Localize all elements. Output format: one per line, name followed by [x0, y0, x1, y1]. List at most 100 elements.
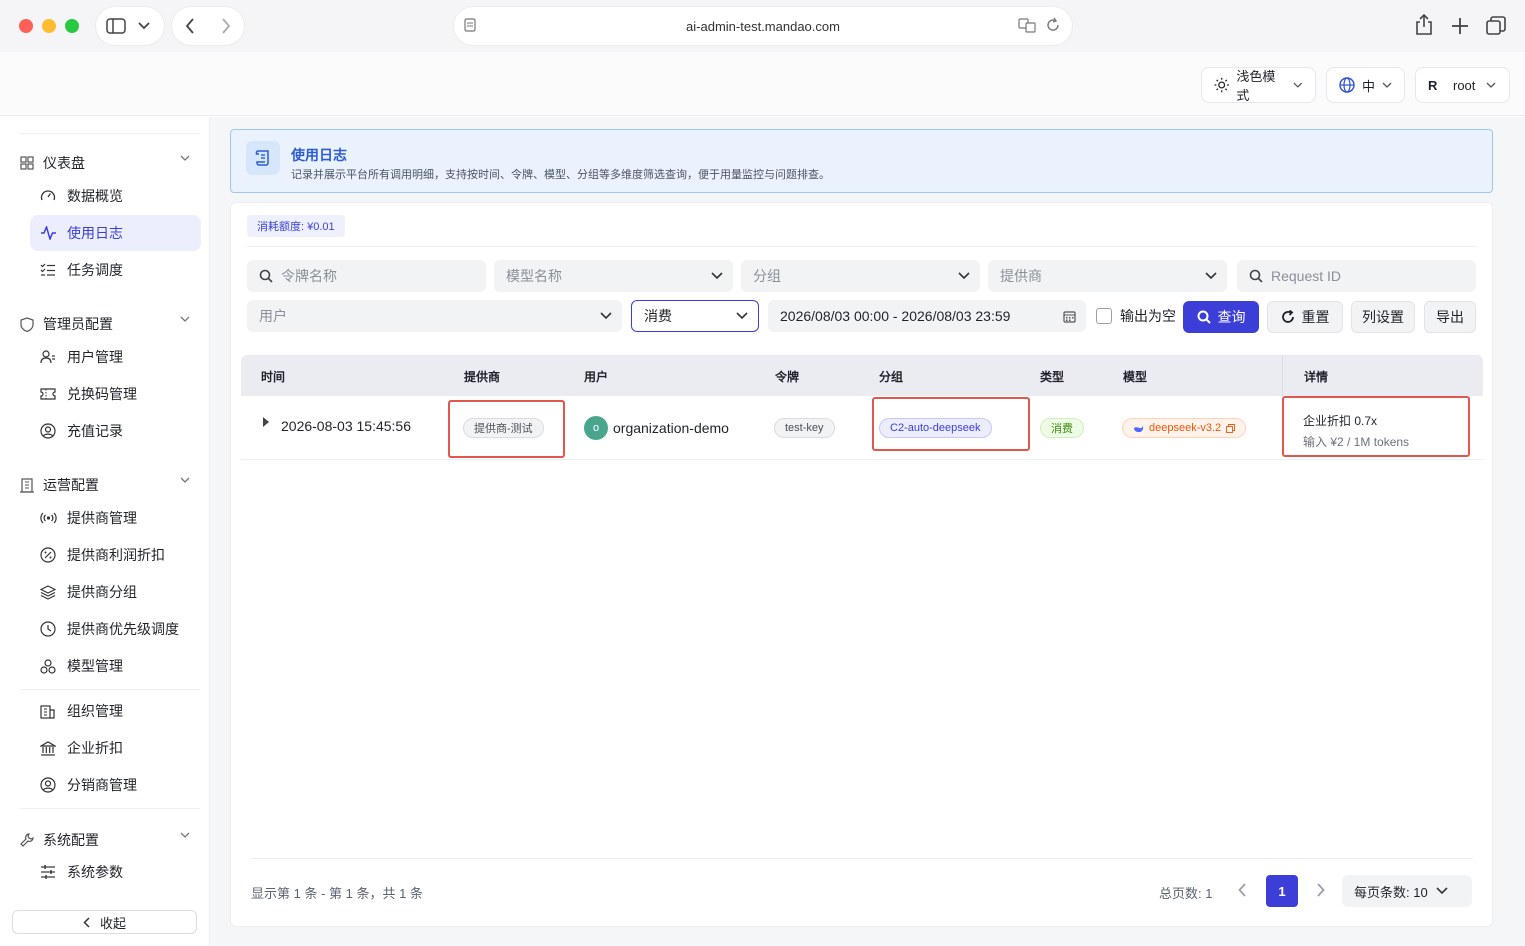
collapse-sidebar-button[interactable]: 收起 [12, 910, 197, 934]
url-text: ai-admin-test.mandao.com [686, 18, 840, 34]
page-description: 记录并展示平台所有调用明细，支持按时间、令牌、模型、分组等多维度筛选查询，便于用… [291, 169, 830, 181]
forward-icon[interactable] [221, 18, 231, 34]
highlight-detail [1282, 396, 1470, 457]
next-page-button[interactable] [1309, 878, 1333, 902]
sidebar-item-provider-priority[interactable]: 提供商优先级调度 [30, 611, 201, 647]
query-button[interactable]: 查询 [1183, 301, 1259, 333]
request-id-placeholder: Request ID [1271, 268, 1342, 284]
sidebar-item-label: 提供商利润折扣 [67, 547, 165, 563]
sidebar-item-provider-groups[interactable]: 提供商分组 [30, 574, 201, 610]
chevron-right-icon [1317, 883, 1325, 897]
globe-icon [1339, 77, 1355, 93]
chevron-down-icon [1205, 272, 1217, 280]
reload-icon[interactable] [1046, 17, 1060, 33]
chevron-down-icon [1436, 887, 1448, 895]
percent-icon [40, 547, 56, 563]
theme-switcher[interactable]: 浅色模式 [1201, 67, 1316, 103]
sidebar-item-label: 用户管理 [67, 349, 123, 365]
sidebar-item-providers[interactable]: 提供商管理 [30, 500, 201, 536]
sidebar-item-users[interactable]: 用户管理 [30, 339, 201, 375]
current-page-button[interactable]: 1 [1266, 875, 1298, 907]
activity-icon [41, 226, 56, 240]
sidebar-group-label: 运营配置 [43, 477, 99, 493]
sidebar-item-label: 组织管理 [67, 703, 123, 719]
chevron-down-icon [180, 477, 190, 483]
sidebar-group-operations[interactable]: 运营配置 [20, 473, 190, 497]
reset-button[interactable]: 重置 [1267, 301, 1343, 333]
sidebar-item-task-schedule[interactable]: 任务调度 [30, 252, 201, 288]
close-window-button[interactable] [19, 19, 33, 33]
user-avatar: R [1428, 77, 1438, 93]
table-header: 时间 提供商 用户 令牌 分组 类型 模型 详情 [241, 355, 1483, 396]
log-type-select[interactable]: 消费 [631, 300, 759, 332]
prev-page-button[interactable] [1230, 878, 1254, 902]
date-range-picker[interactable]: 2026/08/03 00:00 - 2026/08/03 23:59 [768, 300, 1086, 332]
export-button[interactable]: 导出 [1424, 301, 1476, 333]
language-label: 中 [1362, 78, 1376, 94]
sidebar-item-usage-log[interactable]: 使用日志 [30, 215, 201, 251]
sidebar-item-organizations[interactable]: 组织管理 [30, 693, 201, 729]
column-settings-button[interactable]: 列设置 [1351, 301, 1415, 333]
sidebar-divider [20, 133, 200, 134]
column-header-time: 时间 [261, 370, 286, 384]
column-divider [1282, 355, 1283, 396]
sidebar: 仪表盘 数据概览 使用日志 任务调度 管理员配置 用户管理 兑换码管理 充值记录… [0, 117, 210, 946]
sidebar-group-system[interactable]: 系统配置 [20, 828, 190, 852]
chevron-down-icon [1486, 82, 1496, 88]
date-range-value: 2026/08/03 00:00 - 2026/08/03 23:59 [780, 308, 1011, 324]
sidebar-group-admin[interactable]: 管理员配置 [20, 312, 190, 336]
empty-output-option[interactable]: 输出为空 [1096, 300, 1176, 332]
chevron-down-icon [138, 22, 150, 30]
user-circle-icon [40, 423, 56, 439]
sidebar-item-recharge-records[interactable]: 充值记录 [30, 413, 201, 449]
sidebar-item-overview[interactable]: 数据概览 [30, 178, 201, 214]
tabs-overview-icon[interactable] [1486, 16, 1506, 36]
card-divider [247, 246, 1477, 247]
list-check-icon [40, 263, 55, 276]
sidebar-item-system-params[interactable]: 系统参数 [30, 854, 201, 890]
whale-icon [1134, 425, 1144, 432]
sidebar-group-label: 管理员配置 [43, 316, 113, 332]
model-name-select[interactable]: 模型名称 [494, 260, 733, 292]
sidebar-icon [106, 18, 126, 34]
group-select[interactable]: 分组 [741, 260, 980, 292]
language-switcher[interactable]: 中 [1326, 67, 1405, 103]
share-icon[interactable] [1415, 14, 1433, 36]
bank-icon [40, 740, 56, 756]
back-icon[interactable] [185, 18, 195, 34]
user-select[interactable]: 用户 [247, 300, 622, 332]
per-page-select[interactable]: 每页条数: 10 [1342, 875, 1472, 907]
address-bar[interactable]: ai-admin-test.mandao.com [454, 7, 1072, 45]
shield-icon [20, 316, 34, 332]
user-menu[interactable]: R root [1415, 67, 1510, 103]
sidebar-group-dashboard[interactable]: 仪表盘 [20, 151, 190, 175]
translate-icon[interactable] [1018, 17, 1036, 33]
group-placeholder: 分组 [753, 268, 781, 284]
user-name: organization-demo [613, 420, 729, 436]
chevron-down-icon [958, 272, 970, 280]
chevron-down-icon [600, 312, 612, 320]
sidebar-toggle[interactable] [96, 7, 164, 45]
new-tab-icon[interactable] [1451, 17, 1469, 35]
minimize-window-button[interactable] [42, 19, 56, 33]
users-icon [40, 350, 55, 364]
request-id-input[interactable]: Request ID [1237, 260, 1476, 292]
reset-label: 重置 [1301, 309, 1330, 325]
sidebar-item-enterprise-discount[interactable]: 企业折扣 [30, 730, 201, 766]
maximize-window-button[interactable] [65, 19, 79, 33]
chevron-left-icon [83, 916, 90, 928]
sidebar-item-models[interactable]: 模型管理 [30, 648, 201, 684]
highlight-group [872, 397, 1030, 451]
sidebar-item-redeem-codes[interactable]: 兑换码管理 [30, 376, 201, 412]
sidebar-item-distributors[interactable]: 分销商管理 [30, 767, 201, 803]
sidebar-item-label: 提供商优先级调度 [67, 621, 179, 637]
provider-select[interactable]: 提供商 [988, 260, 1227, 292]
model-tag[interactable]: deepseek-v3.2 [1122, 418, 1247, 438]
empty-output-checkbox[interactable] [1096, 308, 1112, 324]
sidebar-item-provider-discount[interactable]: 提供商利润折扣 [30, 537, 201, 573]
token-name-input[interactable]: 令牌名称 [247, 260, 486, 292]
collapse-label: 收起 [99, 915, 126, 931]
clock-icon [40, 621, 56, 637]
expand-row-button[interactable] [263, 417, 269, 427]
sidebar-divider [20, 808, 200, 809]
